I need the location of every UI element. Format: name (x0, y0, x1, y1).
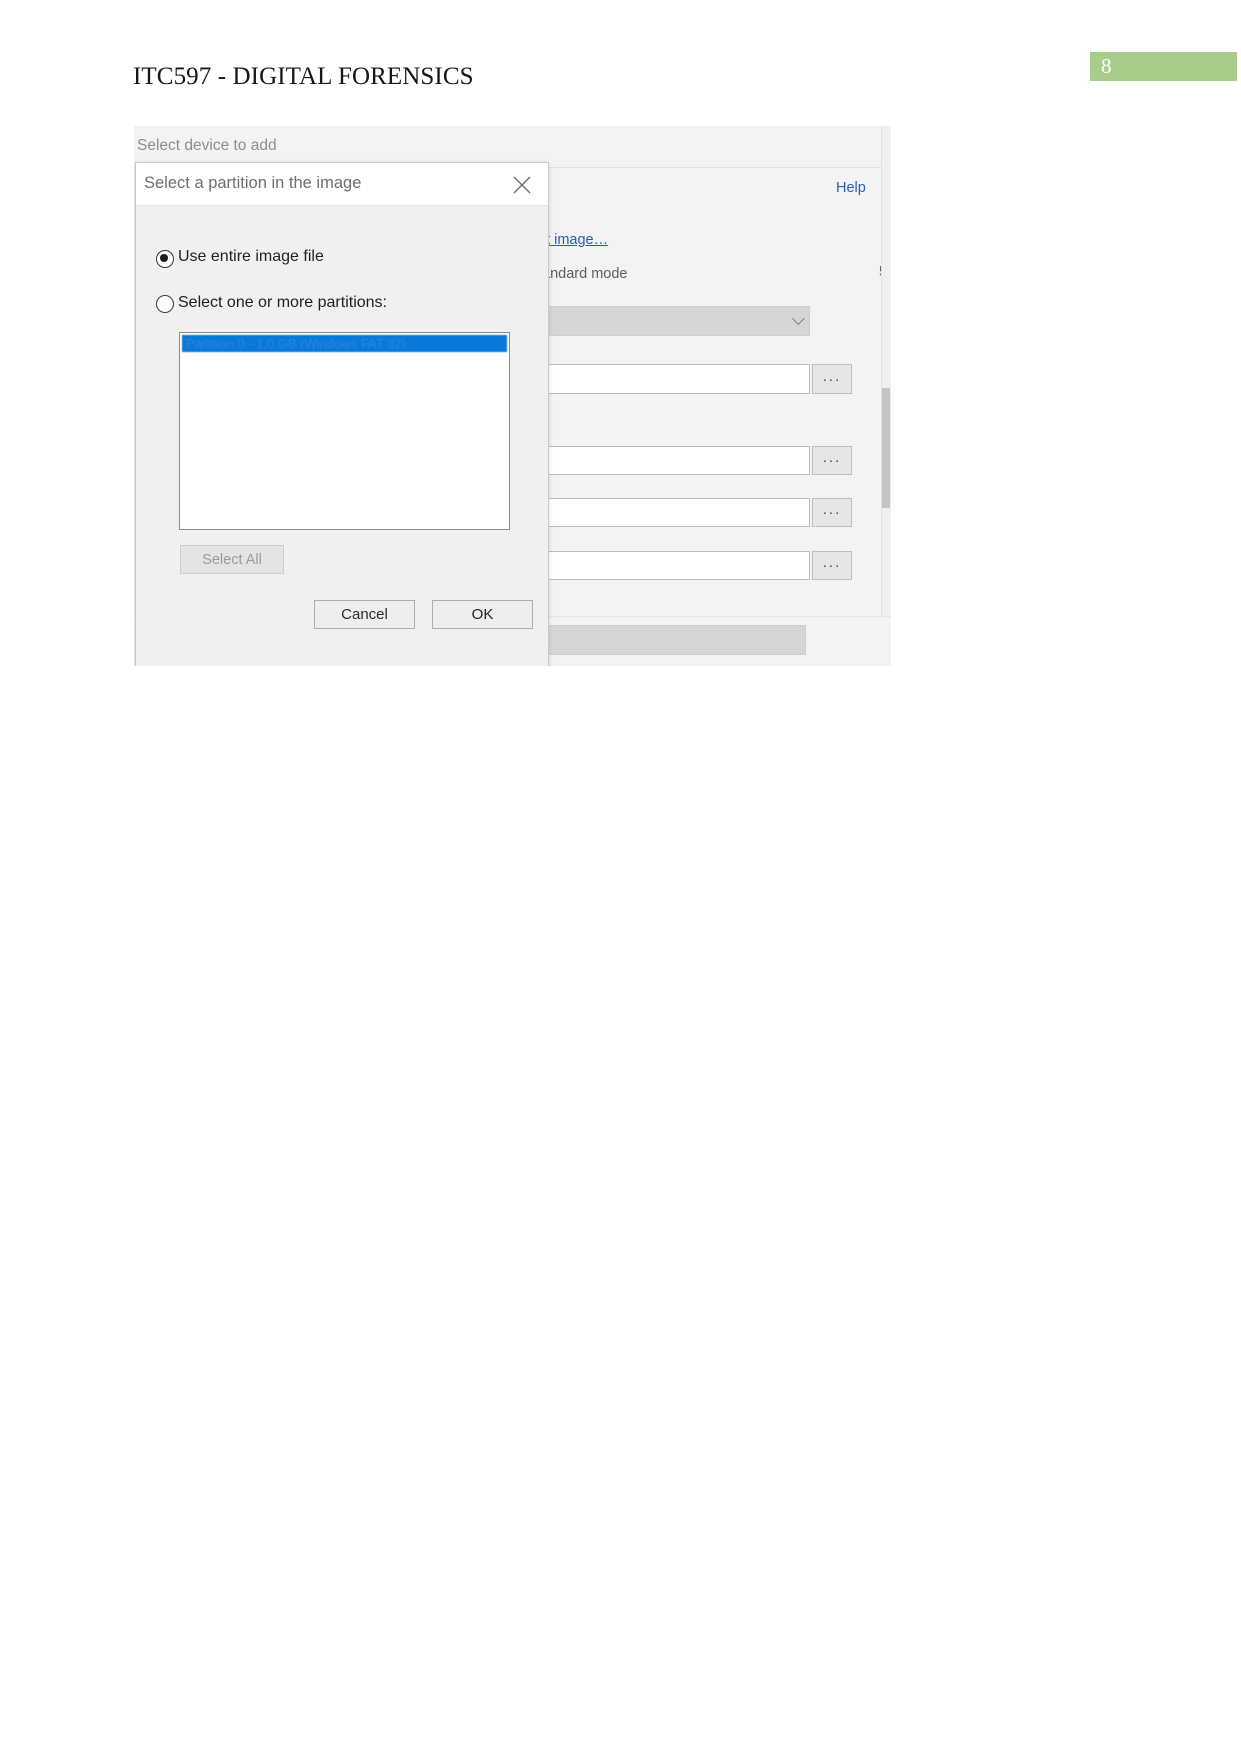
window-scrollbar-thumb[interactable] (882, 388, 890, 508)
cancel-button[interactable]: Cancel (314, 600, 415, 629)
help-link[interactable]: Help (836, 180, 866, 196)
chevron-down-icon (791, 312, 805, 326)
dialog-titlebar: Select a partition in the image (136, 163, 548, 206)
ok-button[interactable]: OK (432, 600, 533, 629)
mode-text: tandard mode (538, 266, 628, 282)
select-all-button[interactable]: Select All (180, 545, 284, 574)
embedded-screenshot: Select device to add Help nt image… tand… (134, 126, 891, 666)
label-use-entire-image: Use entire image file (178, 248, 324, 265)
page-number-label: 8 (1101, 54, 1112, 78)
select-partition-dialog: Select a partition in the image Use enti… (135, 162, 549, 666)
dialog-title: Select a partition in the image (144, 174, 362, 192)
radio-use-entire-image[interactable] (156, 250, 174, 268)
image-path-field[interactable] (538, 364, 810, 394)
label-select-partitions: Select one or more partitions: (178, 294, 387, 311)
browse-button-3[interactable]: ... (812, 498, 852, 527)
browse-button-2[interactable]: ... (812, 446, 852, 475)
browse-button-1[interactable]: ... (812, 364, 852, 394)
document-header: ITC597 - DIGITAL FORENSICS 8 (0, 0, 1241, 120)
page-title: ITC597 - DIGITAL FORENSICS (133, 63, 474, 90)
partition-listbox[interactable]: Partition 0 - 1.0 GB (Windows FAT 32) (179, 332, 510, 530)
radio-select-partitions[interactable] (156, 295, 174, 313)
window-scrollbar[interactable] (881, 126, 891, 666)
browse-button-4[interactable]: ... (812, 551, 852, 580)
temp-path-field[interactable] (538, 498, 810, 527)
close-icon[interactable] (500, 163, 544, 205)
page-number-badge: 8 (1090, 52, 1237, 81)
output-path-field[interactable] (538, 551, 810, 580)
cache-path-field[interactable] (538, 446, 810, 475)
drive-type-combobox[interactable] (538, 306, 810, 336)
select-device-window-title: Select device to add (137, 137, 277, 154)
list-item[interactable]: Partition 0 - 1.0 GB (Windows FAT 32) (182, 335, 507, 352)
